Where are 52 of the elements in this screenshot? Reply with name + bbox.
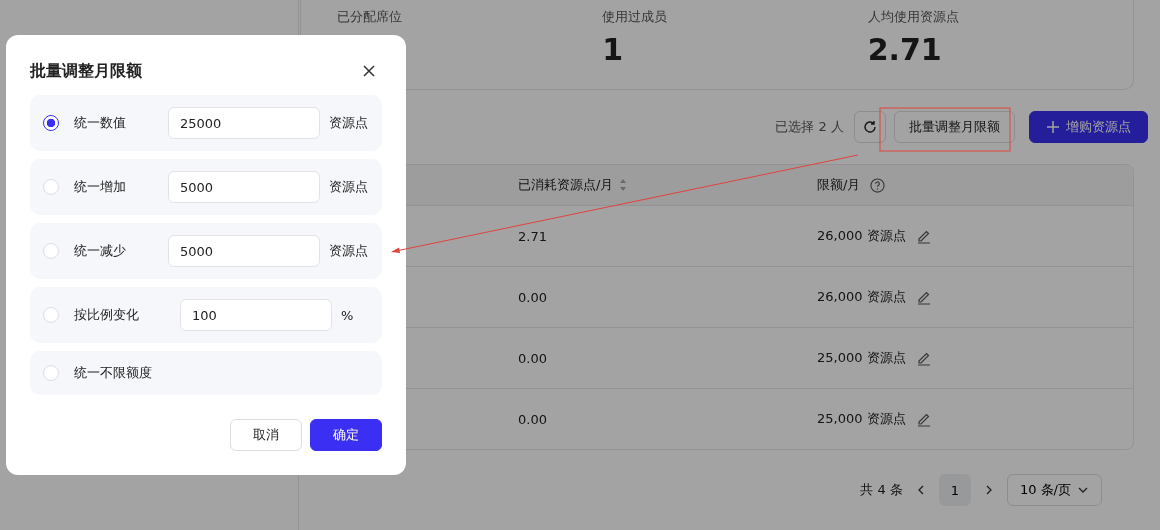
option-row[interactable]: 统一减少 5000 资源点 bbox=[30, 223, 382, 279]
edit-icon[interactable] bbox=[915, 411, 932, 427]
edit-icon[interactable] bbox=[915, 350, 932, 366]
page-button[interactable]: 1 bbox=[938, 474, 971, 506]
stat-value: 2.71 bbox=[867, 32, 943, 68]
edit-icon[interactable] bbox=[915, 289, 932, 305]
table-cell: 0.00 bbox=[518, 350, 547, 366]
refresh-button[interactable] bbox=[854, 111, 886, 143]
table-cell: 0.00 bbox=[518, 289, 547, 305]
input-field[interactable]: 5000 bbox=[168, 235, 320, 267]
edit-icon[interactable] bbox=[915, 228, 932, 244]
cancel-button[interactable]: 取消 bbox=[230, 419, 302, 451]
help-icon[interactable] bbox=[870, 177, 886, 193]
unit-label: % bbox=[341, 307, 354, 323]
table-cell: 26,000 资源点 bbox=[817, 288, 906, 306]
confirm-button[interactable]: 确定 bbox=[310, 419, 382, 451]
unit-label: 资源点 bbox=[329, 242, 368, 260]
selection-count: 已选择 2 人 bbox=[775, 118, 844, 136]
option-label: 统一减少 bbox=[74, 242, 127, 260]
page-size-select[interactable]: 10 条/页 bbox=[1006, 474, 1102, 506]
option-row[interactable]: 按比例变化 100 % bbox=[30, 287, 382, 343]
input-field[interactable]: 5000 bbox=[168, 171, 320, 203]
plus-icon bbox=[1046, 120, 1060, 134]
unit-label: 资源点 bbox=[329, 114, 368, 132]
stat-value: 1 bbox=[602, 32, 625, 68]
close-icon[interactable] bbox=[362, 64, 376, 78]
option-row[interactable]: 统一不限额度 bbox=[30, 351, 382, 395]
option-label: 统一不限额度 bbox=[74, 364, 153, 382]
total-count: 共 4 条 bbox=[860, 481, 903, 499]
unit-label: 资源点 bbox=[329, 178, 368, 196]
dialog-title: 批量调整月限额 bbox=[30, 60, 142, 82]
table-cell: 25,000 资源点 bbox=[817, 410, 906, 428]
option-label: 统一数值 bbox=[74, 114, 127, 132]
option-label: 按比例变化 bbox=[74, 306, 140, 324]
column-header: 限额/月 bbox=[817, 176, 861, 194]
column-header: 已消耗资源点/月 bbox=[518, 176, 614, 194]
table-cell: 2.71 bbox=[518, 228, 547, 244]
table-cell: 26,000 资源点 bbox=[817, 227, 906, 245]
option-label: 统一增加 bbox=[74, 178, 127, 196]
buy-points-button[interactable]: 增购资源点 bbox=[1029, 111, 1148, 143]
stat-label: 已分配席位 bbox=[337, 8, 403, 26]
input-field[interactable]: 25000 bbox=[168, 107, 320, 139]
option-row[interactable]: 统一数值 25000 资源点 bbox=[30, 95, 382, 151]
stat-label: 人均使用资源点 bbox=[867, 8, 960, 26]
batch-adjust-button[interactable]: 批量调整月限额 bbox=[894, 111, 1015, 143]
radio-button[interactable] bbox=[43, 115, 59, 131]
stat-label: 使用过成员 bbox=[602, 8, 669, 26]
input-field[interactable]: 100 bbox=[180, 299, 332, 331]
table-cell: 0.00 bbox=[518, 411, 547, 427]
table-cell: 25,000 资源点 bbox=[817, 349, 906, 367]
option-row[interactable]: 统一增加 5000 资源点 bbox=[30, 159, 382, 215]
refresh-icon bbox=[862, 119, 878, 135]
